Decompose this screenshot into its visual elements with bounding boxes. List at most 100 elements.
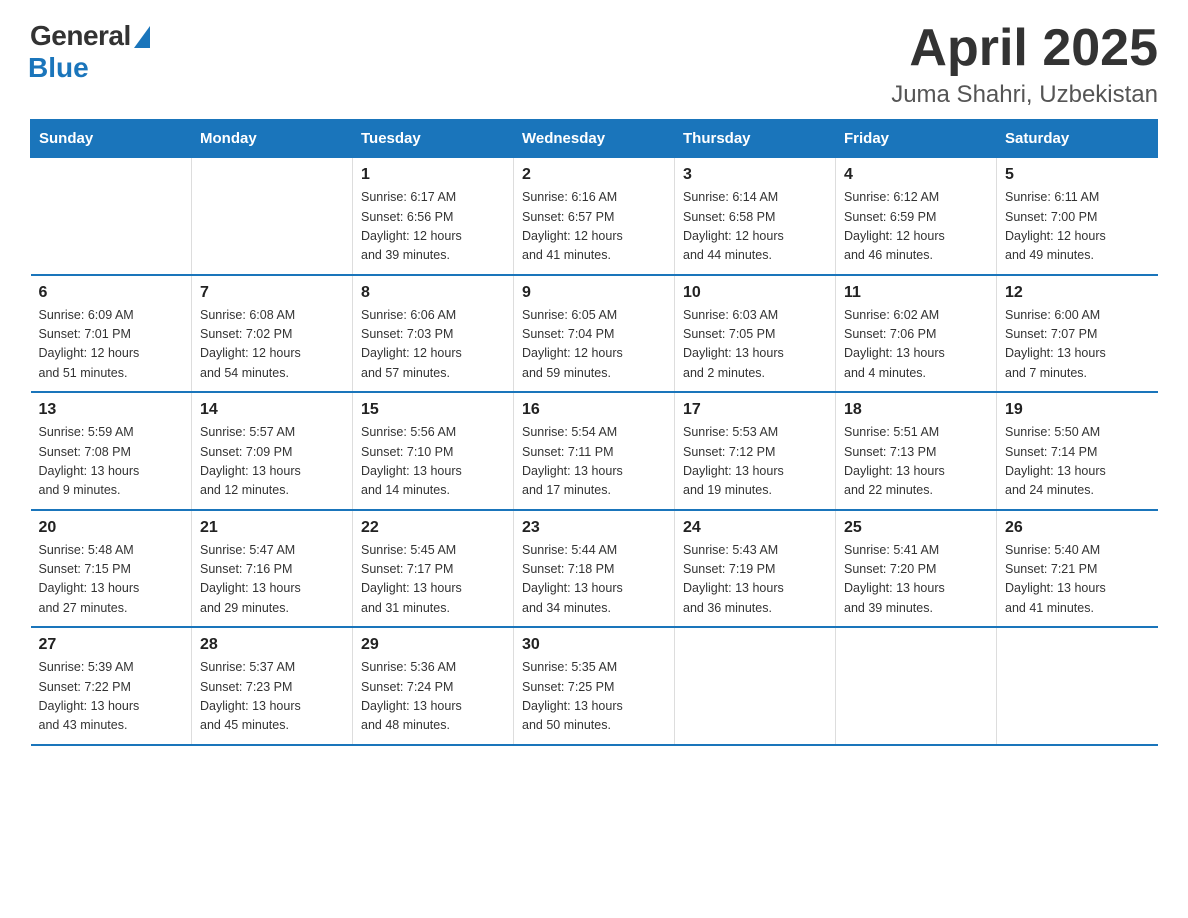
day-number: 21 — [200, 519, 344, 537]
day-number: 9 — [522, 284, 666, 302]
day-number: 22 — [361, 519, 505, 537]
day-number: 24 — [683, 519, 827, 537]
day-info: Sunrise: 5:48 AM Sunset: 7:15 PM Dayligh… — [39, 541, 184, 619]
day-info: Sunrise: 5:37 AM Sunset: 7:23 PM Dayligh… — [200, 658, 344, 736]
day-info: Sunrise: 6:00 AM Sunset: 7:07 PM Dayligh… — [1005, 306, 1150, 384]
day-number: 14 — [200, 401, 344, 419]
day-info: Sunrise: 6:11 AM Sunset: 7:00 PM Dayligh… — [1005, 188, 1150, 266]
day-cell: 28Sunrise: 5:37 AM Sunset: 7:23 PM Dayli… — [192, 627, 353, 745]
week-row-4: 20 Sunrise: 5:48 AM Sunset: 7:15 PM Dayli… — [31, 510, 1158, 628]
day-cell: 27Sunrise: 5:39 AM Sunset: 7:22 PM Dayli… — [31, 627, 192, 745]
location-title: Juma Shahri, Uzbekistan — [891, 81, 1158, 109]
week-row-5: 27Sunrise: 5:39 AM Sunset: 7:22 PM Dayli… — [31, 627, 1158, 745]
day-cell: 14 Sunrise: 5:57 AM Sunset: 7:09 PM Dayli… — [192, 392, 353, 510]
day-cell: 2 Sunrise: 6:16 AM Sunset: 6:57 PM Daylig… — [514, 158, 675, 275]
day-number: 15 — [361, 401, 505, 419]
day-number: 30 — [522, 636, 666, 654]
day-info: Sunrise: 5:50 AM Sunset: 7:14 PM Dayligh… — [1005, 423, 1150, 501]
day-cell: 3 Sunrise: 6:14 AM Sunset: 6:58 PM Daylig… — [675, 158, 836, 275]
day-info: Sunrise: 6:03 AM Sunset: 7:05 PM Dayligh… — [683, 306, 827, 384]
day-info: Sunrise: 5:36 AM Sunset: 7:24 PM Dayligh… — [361, 658, 505, 736]
day-info: Sunrise: 5:39 AM Sunset: 7:22 PM Dayligh… — [39, 658, 184, 736]
day-info: Sunrise: 5:45 AM Sunset: 7:17 PM Dayligh… — [361, 541, 505, 619]
day-cell: 12Sunrise: 6:00 AM Sunset: 7:07 PM Dayli… — [997, 275, 1158, 393]
day-cell: 29 Sunrise: 5:36 AM Sunset: 7:24 PM Dayli… — [353, 627, 514, 745]
day-info: Sunrise: 5:51 AM Sunset: 7:13 PM Dayligh… — [844, 423, 988, 501]
month-title: April 2025 — [891, 20, 1158, 77]
week-row-3: 13Sunrise: 5:59 AM Sunset: 7:08 PM Dayli… — [31, 392, 1158, 510]
day-cell: 6 Sunrise: 6:09 AM Sunset: 7:01 PM Daylig… — [31, 275, 192, 393]
header-cell-wednesday: Wednesday — [514, 120, 675, 158]
day-cell: 1 Sunrise: 6:17 AM Sunset: 6:56 PM Daylig… — [353, 158, 514, 275]
day-info: Sunrise: 6:09 AM Sunset: 7:01 PM Dayligh… — [39, 306, 184, 384]
day-number: 2 — [522, 166, 666, 184]
header-cell-monday: Monday — [192, 120, 353, 158]
day-cell: 11 Sunrise: 6:02 AM Sunset: 7:06 PM Dayli… — [836, 275, 997, 393]
day-number: 7 — [200, 284, 344, 302]
day-cell: 9 Sunrise: 6:05 AM Sunset: 7:04 PM Daylig… — [514, 275, 675, 393]
day-number: 5 — [1005, 166, 1150, 184]
day-number: 17 — [683, 401, 827, 419]
day-cell: 17 Sunrise: 5:53 AM Sunset: 7:12 PM Dayli… — [675, 392, 836, 510]
day-info: Sunrise: 5:41 AM Sunset: 7:20 PM Dayligh… — [844, 541, 988, 619]
day-cell: 19 Sunrise: 5:50 AM Sunset: 7:14 PM Dayli… — [997, 392, 1158, 510]
header-cell-saturday: Saturday — [997, 120, 1158, 158]
day-cell: 13Sunrise: 5:59 AM Sunset: 7:08 PM Dayli… — [31, 392, 192, 510]
logo-blue-text: Blue — [28, 52, 89, 84]
page-header: General Blue April 2025 Juma Shahri, Uzb… — [30, 20, 1158, 109]
day-cell: 4 Sunrise: 6:12 AM Sunset: 6:59 PM Daylig… — [836, 158, 997, 275]
header-cell-sunday: Sunday — [31, 120, 192, 158]
day-number: 19 — [1005, 401, 1150, 419]
day-info: Sunrise: 5:47 AM Sunset: 7:16 PM Dayligh… — [200, 541, 344, 619]
day-info: Sunrise: 5:40 AM Sunset: 7:21 PM Dayligh… — [1005, 541, 1150, 619]
day-cell: 23 Sunrise: 5:44 AM Sunset: 7:18 PM Dayli… — [514, 510, 675, 628]
day-cell — [192, 158, 353, 275]
day-cell: 22 Sunrise: 5:45 AM Sunset: 7:17 PM Dayli… — [353, 510, 514, 628]
header-cell-friday: Friday — [836, 120, 997, 158]
day-cell: 30 Sunrise: 5:35 AM Sunset: 7:25 PM Dayli… — [514, 627, 675, 745]
day-number: 25 — [844, 519, 988, 537]
day-cell: 25 Sunrise: 5:41 AM Sunset: 7:20 PM Dayli… — [836, 510, 997, 628]
header-cell-tuesday: Tuesday — [353, 120, 514, 158]
day-info: Sunrise: 6:12 AM Sunset: 6:59 PM Dayligh… — [844, 188, 988, 266]
day-cell: 20 Sunrise: 5:48 AM Sunset: 7:15 PM Dayli… — [31, 510, 192, 628]
day-info: Sunrise: 6:05 AM Sunset: 7:04 PM Dayligh… — [522, 306, 666, 384]
logo-general-text: General — [30, 20, 131, 52]
day-cell — [675, 627, 836, 745]
day-info: Sunrise: 5:53 AM Sunset: 7:12 PM Dayligh… — [683, 423, 827, 501]
day-cell — [836, 627, 997, 745]
day-info: Sunrise: 6:02 AM Sunset: 7:06 PM Dayligh… — [844, 306, 988, 384]
day-cell: 26 Sunrise: 5:40 AM Sunset: 7:21 PM Dayli… — [997, 510, 1158, 628]
logo: General Blue — [30, 20, 150, 84]
week-row-2: 6 Sunrise: 6:09 AM Sunset: 7:01 PM Daylig… — [31, 275, 1158, 393]
day-info: Sunrise: 5:57 AM Sunset: 7:09 PM Dayligh… — [200, 423, 344, 501]
day-cell — [997, 627, 1158, 745]
day-number: 10 — [683, 284, 827, 302]
day-cell: 5 Sunrise: 6:11 AM Sunset: 7:00 PM Daylig… — [997, 158, 1158, 275]
day-info: Sunrise: 6:16 AM Sunset: 6:57 PM Dayligh… — [522, 188, 666, 266]
day-info: Sunrise: 6:17 AM Sunset: 6:56 PM Dayligh… — [361, 188, 505, 266]
day-info: Sunrise: 5:59 AM Sunset: 7:08 PM Dayligh… — [39, 423, 184, 501]
day-number: 23 — [522, 519, 666, 537]
day-info: Sunrise: 6:06 AM Sunset: 7:03 PM Dayligh… — [361, 306, 505, 384]
day-number: 18 — [844, 401, 988, 419]
day-number: 6 — [39, 284, 184, 302]
day-cell: 24Sunrise: 5:43 AM Sunset: 7:19 PM Dayli… — [675, 510, 836, 628]
header-cell-thursday: Thursday — [675, 120, 836, 158]
day-cell: 16 Sunrise: 5:54 AM Sunset: 7:11 PM Dayli… — [514, 392, 675, 510]
day-number: 20 — [39, 519, 184, 537]
day-number: 29 — [361, 636, 505, 654]
day-info: Sunrise: 5:44 AM Sunset: 7:18 PM Dayligh… — [522, 541, 666, 619]
calendar-table: SundayMondayTuesdayWednesdayThursdayFrid… — [30, 119, 1158, 746]
day-cell — [31, 158, 192, 275]
day-number: 4 — [844, 166, 988, 184]
day-info: Sunrise: 5:35 AM Sunset: 7:25 PM Dayligh… — [522, 658, 666, 736]
header-row: SundayMondayTuesdayWednesdayThursdayFrid… — [31, 120, 1158, 158]
day-number: 16 — [522, 401, 666, 419]
day-number: 3 — [683, 166, 827, 184]
day-number: 1 — [361, 166, 505, 184]
day-number: 26 — [1005, 519, 1150, 537]
day-info: Sunrise: 5:54 AM Sunset: 7:11 PM Dayligh… — [522, 423, 666, 501]
day-number: 11 — [844, 284, 988, 302]
day-info: Sunrise: 6:14 AM Sunset: 6:58 PM Dayligh… — [683, 188, 827, 266]
